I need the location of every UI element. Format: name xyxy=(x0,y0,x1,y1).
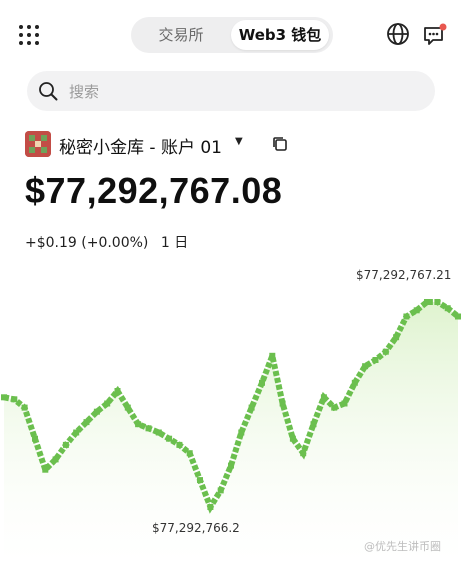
chart-point-42 xyxy=(434,299,441,305)
chart-point-3 xyxy=(32,435,38,442)
tab-exchange[interactable]: 交易所 xyxy=(135,20,227,50)
top-bar: 交易所 Web3 钱包 xyxy=(0,14,462,58)
chart-point-36 xyxy=(372,357,379,363)
chart-point-33 xyxy=(341,400,348,407)
chart-point-20 xyxy=(207,504,214,510)
chart-point-39 xyxy=(403,313,410,320)
search-bar[interactable] xyxy=(27,71,435,113)
chart-point-5 xyxy=(52,456,59,463)
chart-point-37 xyxy=(382,348,389,355)
watermark: @优先生讲币圈 xyxy=(364,540,441,553)
chart-point-38 xyxy=(393,334,400,341)
chart-point-16 xyxy=(166,435,173,442)
chart-high-label: $77,292,767.21 xyxy=(356,268,452,282)
search-icon xyxy=(39,82,58,101)
balance-chart xyxy=(1,299,461,564)
chart-point-14 xyxy=(145,425,152,432)
chart-point-43 xyxy=(444,305,451,312)
chart-point-10 xyxy=(104,400,111,407)
chart-point-35 xyxy=(362,363,369,370)
chart-point-13 xyxy=(135,421,142,428)
chart-point-12 xyxy=(124,404,131,411)
account-avatar xyxy=(25,131,51,157)
change-period[interactable]: 1 日 xyxy=(161,235,188,251)
chart-point-22 xyxy=(228,462,234,469)
account-name: 秘密小金库 - 账户 01 xyxy=(59,138,222,158)
chart-point-30 xyxy=(310,421,317,428)
chart-point-19 xyxy=(197,477,203,484)
chart-point-24 xyxy=(248,404,255,411)
total-balance: $77,292,767.08 xyxy=(25,170,283,211)
chart-point-2 xyxy=(21,404,28,411)
chart-point-21 xyxy=(217,487,224,494)
chart-point-7 xyxy=(73,429,80,436)
chat-bubble-icon[interactable] xyxy=(422,22,448,48)
search-input[interactable] xyxy=(67,71,421,113)
chart-point-31 xyxy=(320,394,327,401)
grid-menu-icon[interactable] xyxy=(18,24,40,46)
globe-icon[interactable] xyxy=(386,22,410,46)
chart-point-9 xyxy=(93,408,100,415)
mode-tabs: 交易所 Web3 钱包 xyxy=(131,17,333,53)
chart-point-40 xyxy=(413,307,420,314)
change-value: +$0.19 (+0.00%) xyxy=(25,235,149,251)
notification-dot xyxy=(439,23,447,31)
chevron-down-icon[interactable]: ▼ xyxy=(235,136,243,147)
chart-point-41 xyxy=(424,299,430,305)
chart-point-6 xyxy=(62,441,69,448)
chart-point-17 xyxy=(176,441,183,448)
chart-point-29 xyxy=(300,450,307,457)
chart-point-8 xyxy=(83,419,90,426)
chart-point-32 xyxy=(331,404,338,411)
chart-point-34 xyxy=(351,379,358,386)
chart-point-25 xyxy=(259,379,265,386)
tab-web3-wallet[interactable]: Web3 钱包 xyxy=(231,20,329,50)
chart-point-27 xyxy=(279,400,286,407)
chart-low-label: $77,292,766.2 xyxy=(152,521,240,535)
chart-point-26 xyxy=(269,352,276,359)
chart-point-11 xyxy=(114,388,121,394)
chart-point-18 xyxy=(186,450,193,457)
chart-point-23 xyxy=(238,429,245,436)
chart-point-15 xyxy=(155,429,162,436)
chart-point-44 xyxy=(455,313,461,320)
balance-change: +$0.19 (+0.00%) 1 日 xyxy=(25,232,188,252)
chart-point-0 xyxy=(1,394,7,401)
copy-icon[interactable] xyxy=(271,135,289,153)
chart-point-28 xyxy=(289,435,296,442)
chart-point-4 xyxy=(42,466,49,473)
chart-point-1 xyxy=(11,396,18,403)
